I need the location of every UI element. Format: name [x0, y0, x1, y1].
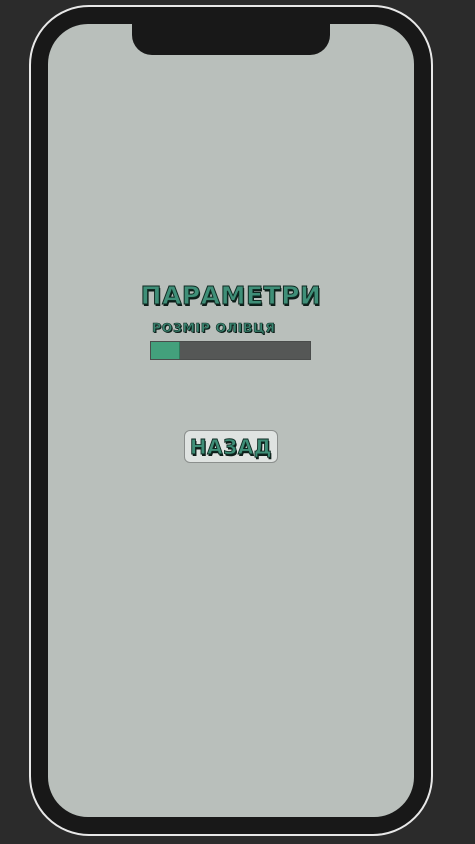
phone-notch: [132, 24, 330, 55]
pencil-size-slider-fill: [151, 342, 180, 359]
back-button[interactable]: НАЗАД: [184, 430, 278, 463]
pencil-size-slider[interactable]: [150, 341, 311, 360]
pencil-size-label: РОЗМІР ОЛІВЦЯ: [152, 320, 276, 336]
phone-screen: ПАРАМЕТРИ РОЗМІР ОЛІВЦЯ НАЗАД: [48, 24, 414, 817]
page-title: ПАРАМЕТРИ: [140, 281, 322, 311]
back-button-label: НАЗАД: [189, 434, 273, 459]
